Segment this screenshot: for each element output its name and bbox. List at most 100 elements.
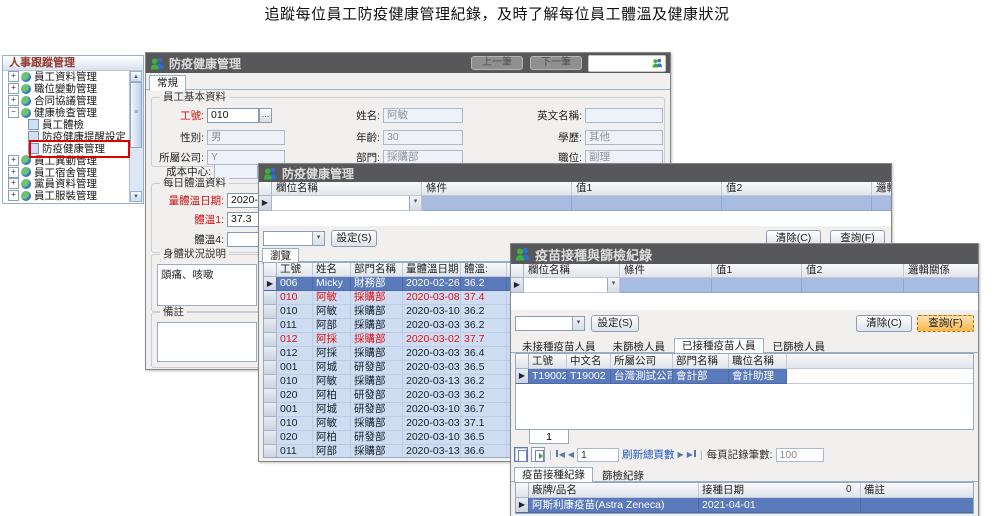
- clear-button[interactable]: 清除(C): [856, 315, 912, 332]
- table-row[interactable]: ▶T19002T19002台灣測試公司會計部會計助理: [516, 369, 973, 384]
- column-header[interactable]: 姓名: [313, 263, 351, 277]
- table-cell[interactable]: [861, 498, 973, 513]
- row-selector[interactable]: ▶: [264, 277, 277, 291]
- table-cell[interactable]: T19002: [529, 369, 567, 384]
- filter-data-row[interactable]: ▶ ▾: [259, 196, 891, 211]
- table-cell[interactable]: 阿斯利康疫苗(Astra Zeneca): [529, 498, 699, 513]
- scrollbar-thumb[interactable]: ≡: [130, 82, 142, 148]
- field-combo[interactable]: ▾: [263, 231, 325, 246]
- filter-condition-cell[interactable]: [620, 278, 712, 293]
- set-button[interactable]: 設定(S): [331, 230, 377, 247]
- filter-col-value1[interactable]: 值1: [712, 264, 802, 278]
- row-selector[interactable]: [264, 403, 277, 417]
- column-header[interactable]: 部門名稱: [351, 263, 403, 277]
- filter-col-logic[interactable]: 邏輯關係: [904, 264, 978, 278]
- column-header[interactable]: 職位名稱: [729, 354, 787, 369]
- row-selector[interactable]: [264, 445, 277, 458]
- scroll-down-icon[interactable]: ▼: [130, 191, 142, 202]
- tab-0[interactable]: 未接種疫苗人員: [514, 339, 604, 354]
- window-titlebar[interactable]: 疫苗接種與篩檢紀錄: [511, 244, 978, 264]
- table-cell[interactable]: 36.5: [461, 431, 507, 445]
- table-cell[interactable]: 財務部: [351, 277, 403, 291]
- table-cell[interactable]: 阿柏: [313, 431, 351, 445]
- field-combo[interactable]: ▾: [515, 316, 585, 331]
- filter-logic-cell[interactable]: [872, 196, 891, 211]
- table-cell[interactable]: 阿城: [313, 361, 351, 375]
- row-selector[interactable]: [264, 389, 277, 403]
- row-selector[interactable]: [264, 375, 277, 389]
- table-cell[interactable]: 36.2: [461, 277, 507, 291]
- prev-record-button[interactable]: 上一筆: [471, 56, 523, 70]
- column-header[interactable]: 量體溫日期: [403, 263, 461, 277]
- filter-field-dropdown[interactable]: ▾: [524, 278, 620, 293]
- table-cell[interactable]: 採購部: [351, 291, 403, 305]
- age-field[interactable]: 30: [383, 130, 463, 145]
- table-cell[interactable]: 2020-03-03: [403, 417, 461, 431]
- filter-col-field[interactable]: 欄位名稱: [272, 182, 422, 196]
- eng-name-field[interactable]: [585, 108, 663, 123]
- table-cell[interactable]: 採購部: [351, 375, 403, 389]
- row-selector[interactable]: ▶: [516, 369, 529, 384]
- filter-col-value1[interactable]: 值1: [572, 182, 722, 196]
- table-cell[interactable]: 36.2: [461, 389, 507, 403]
- query-button[interactable]: 查詢(F): [917, 315, 974, 332]
- table-cell[interactable]: 阿敏: [313, 417, 351, 431]
- filter-value1-cell[interactable]: [712, 278, 802, 293]
- table-cell[interactable]: 研發部: [351, 403, 403, 417]
- row-selector[interactable]: ▶: [516, 498, 529, 513]
- table-cell[interactable]: 阿敏: [313, 291, 351, 305]
- filter-value2-cell[interactable]: [722, 196, 872, 211]
- table-cell[interactable]: 36.2: [461, 319, 507, 333]
- view-layout-icon[interactable]: [514, 447, 528, 462]
- tab-1[interactable]: 未篩檢人員: [605, 339, 674, 354]
- export-icon[interactable]: [531, 447, 545, 462]
- table-cell[interactable]: 阿採: [313, 347, 351, 361]
- sidebar-scrollbar[interactable]: ▲ ≡ ▼: [129, 71, 143, 202]
- table-cell[interactable]: 阿採: [313, 333, 351, 347]
- condition-textarea[interactable]: 頭痛、咳嗽: [157, 264, 257, 306]
- table-cell[interactable]: 2020-03-03: [403, 347, 461, 361]
- table-cell[interactable]: T19002: [567, 369, 611, 384]
- table-cell[interactable]: 阿柏: [313, 389, 351, 403]
- first-page-icon[interactable]: ◀: [556, 448, 565, 462]
- next-record-button[interactable]: 下一筆: [530, 56, 582, 70]
- row-selector[interactable]: [264, 319, 277, 333]
- table-cell[interactable]: 37.1: [461, 417, 507, 431]
- table-cell[interactable]: 採購部: [351, 305, 403, 319]
- emp-no-field[interactable]: 010: [207, 108, 259, 123]
- table-cell[interactable]: 001: [277, 403, 313, 417]
- edu-field[interactable]: 其他: [585, 130, 663, 145]
- browse-button[interactable]: …: [259, 108, 272, 123]
- table-cell[interactable]: 會計部: [673, 369, 729, 384]
- table-cell[interactable]: 2021-04-01: [699, 498, 861, 513]
- table-cell[interactable]: 阿敏: [313, 375, 351, 389]
- table-cell[interactable]: Micky: [313, 277, 351, 291]
- table-cell[interactable]: 37.4: [461, 291, 507, 305]
- table-cell[interactable]: 2020-03-03: [403, 319, 461, 333]
- column-header[interactable]: 工號: [277, 263, 313, 277]
- tab-general[interactable]: 常規: [149, 75, 186, 91]
- table-cell[interactable]: 020: [277, 389, 313, 403]
- table-cell[interactable]: 阿部: [313, 319, 351, 333]
- gender-field[interactable]: 男: [207, 130, 285, 145]
- table-cell[interactable]: 2020-03-03: [403, 389, 461, 403]
- table-cell[interactable]: 010: [277, 305, 313, 319]
- expand-icon[interactable]: +: [8, 95, 19, 106]
- table-cell[interactable]: 2020-03-02: [403, 333, 461, 347]
- expand-icon[interactable]: +: [8, 83, 19, 94]
- table-cell[interactable]: 採購部: [351, 445, 403, 458]
- scroll-up-icon[interactable]: ▲: [130, 71, 142, 82]
- tab-0[interactable]: 疫苗接種紀錄: [514, 467, 593, 483]
- table-cell[interactable]: 36.6: [461, 445, 507, 458]
- column-header[interactable]: 廠牌/品名: [529, 483, 699, 498]
- table-cell[interactable]: 會計助理: [729, 369, 787, 384]
- filter-logic-cell[interactable]: [904, 278, 978, 293]
- table-cell[interactable]: 2020-03-13: [403, 445, 461, 458]
- table-cell[interactable]: 2020-03-10: [403, 403, 461, 417]
- table-cell[interactable]: 36.7: [461, 403, 507, 417]
- expand-icon[interactable]: +: [8, 167, 19, 178]
- collapse-icon[interactable]: −: [8, 107, 19, 118]
- column-header[interactable]: 體溫:: [461, 263, 507, 277]
- table-cell[interactable]: 台灣測試公司: [611, 369, 673, 384]
- table-cell[interactable]: 採購部: [351, 333, 403, 347]
